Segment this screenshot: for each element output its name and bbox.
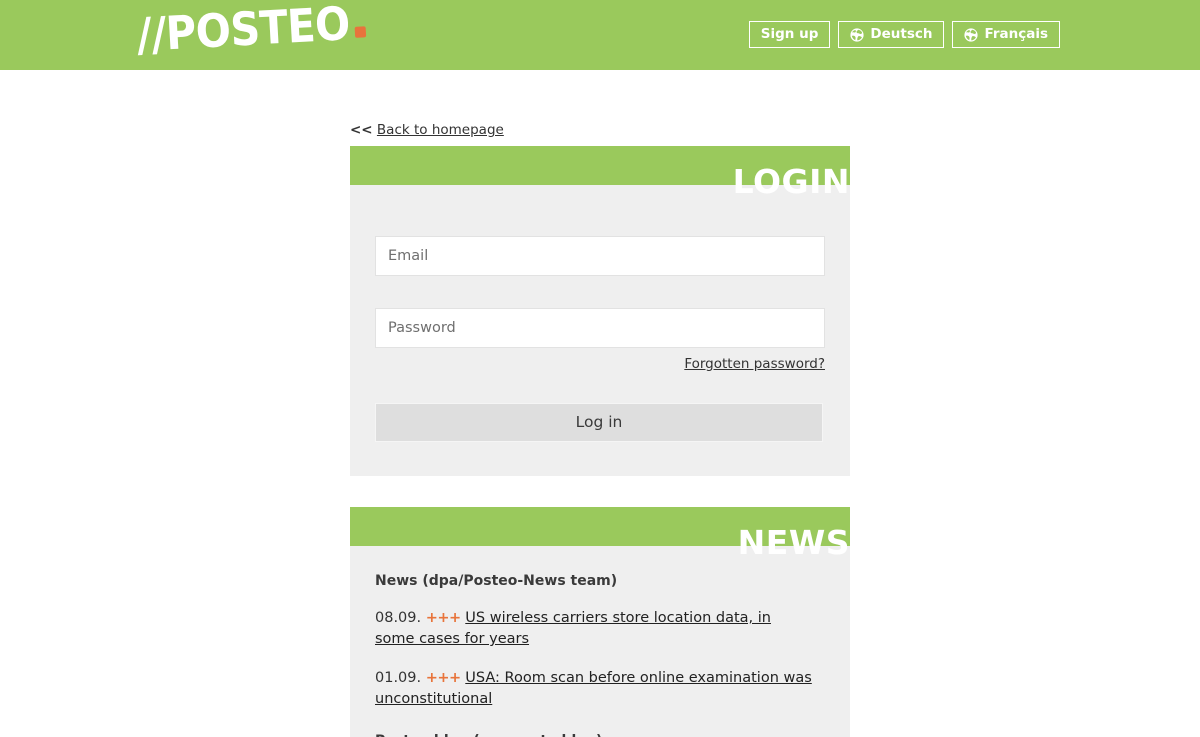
news-item: 08.09. +++ US wireless carriers store lo… [375,608,815,650]
password-field[interactable] [375,308,825,348]
news-panel-header: NEWS [350,507,850,559]
blog-section-title: Posteo blog (corporate blog) [375,728,825,737]
language-button-francais[interactable]: Français [952,21,1060,48]
email-field[interactable] [375,236,825,276]
forgot-password-row: Forgotten password? [375,353,825,372]
posteo-logo[interactable]: //POSTEO [135,0,367,62]
back-to-homepage-link[interactable]: Back to homepage [377,122,504,138]
forgot-password-link[interactable]: Forgotten password? [684,356,825,372]
panel-spacer [350,476,850,507]
login-form: Forgotten password? Log in [350,185,850,476]
language-button-deutsch[interactable]: Deutsch [838,21,945,48]
content-column: << Back to homepage LOGIN Forgotten pass… [350,70,850,737]
logo-wordmark: //POSTEO [135,0,352,62]
logo-dot [354,26,367,38]
sign-up-button[interactable]: Sign up [748,21,831,48]
news-section-title: News (dpa/Posteo-News team) [375,573,618,589]
field-spacer [375,276,825,308]
news-item-date: 01.09. [375,670,422,686]
page-body: << Back to homepage LOGIN Forgotten pass… [0,70,1200,737]
breadcrumb: << Back to homepage [350,122,850,138]
news-list: News (dpa/Posteo-News team) 08.09. +++ U… [350,546,850,737]
news-item: 01.09. +++ USA: Room scan before online … [375,668,815,710]
sign-up-label: Sign up [760,25,819,42]
login-panel-header: LOGIN [350,146,850,198]
news-item-marker: +++ [425,610,461,626]
globe-icon [964,27,979,42]
back-arrows: << [350,122,373,138]
news-item-marker: +++ [425,670,461,686]
header-actions: Sign up Deutsch Français [748,21,1060,48]
news-panel: NEWS News (dpa/Posteo-News team) 08.09. … [350,507,850,737]
news-item-date: 08.09. [375,610,422,626]
log-in-button[interactable]: Log in [375,403,823,442]
language-label-francais: Français [984,25,1048,42]
site-header: //POSTEO Sign up Deutsch Français [0,0,1200,70]
login-panel: LOGIN Forgotten password? Log in [350,146,850,476]
language-label-deutsch: Deutsch [870,25,933,42]
globe-icon [850,27,865,42]
